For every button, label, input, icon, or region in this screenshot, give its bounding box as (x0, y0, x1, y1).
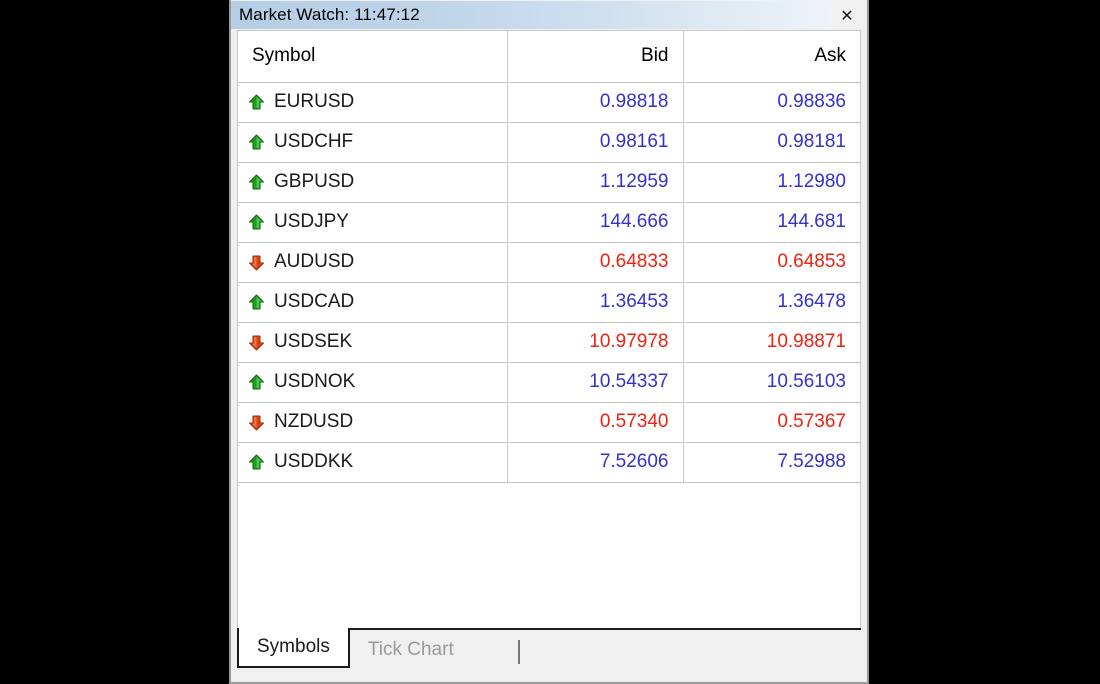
arrow-up-icon (248, 174, 265, 191)
table-row[interactable]: NZDUSD 0.57340 0.57367 (238, 402, 860, 443)
table-row[interactable]: GBPUSD 1.12959 1.12980 (238, 162, 860, 203)
cell-ask[interactable]: 1.36478 (683, 282, 860, 323)
symbol-label: EURUSD (274, 91, 355, 112)
arrow-down-icon (248, 334, 265, 351)
arrow-down-icon (248, 414, 265, 431)
symbol-label: USDJPY (274, 211, 349, 232)
cell-bid[interactable]: 0.98818 (507, 82, 684, 123)
cell-ask[interactable]: 10.56103 (683, 362, 860, 403)
symbol-label: GBPUSD (274, 171, 355, 192)
table-row[interactable]: USDJPY 144.666 144.681 (238, 202, 860, 243)
cell-bid[interactable]: 0.64833 (507, 242, 684, 283)
market-watch-table-area: Symbol Bid Ask EURUSD 0.98818 0.98836 USDCH… (237, 30, 861, 628)
tab-tick-chart[interactable]: Tick Chart (350, 630, 472, 670)
market-watch-table: Symbol Bid Ask EURUSD 0.98818 0.98836 USDCH… (238, 31, 860, 483)
cell-ask[interactable]: 144.681 (683, 202, 860, 243)
cell-ask[interactable]: 0.64853 (683, 242, 860, 283)
table-row[interactable]: USDCHF 0.98161 0.98181 (238, 122, 860, 163)
tab-list: Symbols Tick Chart (237, 628, 472, 682)
column-header-symbol[interactable]: Symbol (238, 31, 508, 83)
arrow-up-icon (248, 374, 265, 391)
window-titlebar[interactable]: Market Watch: 11:47:12 ✕ (231, 0, 867, 30)
cell-bid[interactable]: 0.57340 (507, 402, 684, 443)
table-row[interactable]: USDDKK 7.52606 7.52988 (238, 442, 860, 483)
cell-symbol[interactable]: NZDUSD (238, 402, 508, 443)
cell-symbol[interactable]: USDCAD (238, 282, 508, 323)
cell-symbol[interactable]: GBPUSD (238, 162, 508, 203)
cell-ask[interactable]: 1.12980 (683, 162, 860, 203)
arrow-up-icon (248, 214, 265, 231)
column-header-ask[interactable]: Ask (683, 31, 860, 83)
cell-bid[interactable]: 1.12959 (507, 162, 684, 203)
cell-bid[interactable]: 10.97978 (507, 322, 684, 363)
close-icon[interactable]: ✕ (835, 4, 859, 26)
cell-bid[interactable]: 1.36453 (507, 282, 684, 323)
cell-symbol[interactable]: AUDUSD (238, 242, 508, 283)
cell-bid[interactable]: 7.52606 (507, 442, 684, 483)
cell-symbol[interactable]: USDSEK (238, 322, 508, 363)
column-header-bid[interactable]: Bid (507, 31, 684, 83)
tab-separator (518, 640, 520, 664)
arrow-up-icon (248, 454, 265, 471)
cell-ask[interactable]: 7.52988 (683, 442, 860, 483)
symbol-label: USDSEK (274, 331, 353, 352)
cell-ask[interactable]: 0.98836 (683, 82, 860, 123)
window-title: Market Watch: 11:47:12 (239, 5, 420, 24)
cell-symbol[interactable]: USDCHF (238, 122, 508, 163)
cell-ask[interactable]: 0.98181 (683, 122, 860, 163)
symbol-label: USDCHF (274, 131, 354, 152)
cell-bid[interactable]: 0.98161 (507, 122, 684, 163)
symbol-label: NZDUSD (274, 411, 354, 432)
cell-bid[interactable]: 10.54337 (507, 362, 684, 403)
symbol-label: AUDUSD (274, 251, 355, 272)
symbol-label: USDDKK (274, 451, 354, 472)
cell-symbol[interactable]: EURUSD (238, 82, 508, 123)
table-row[interactable]: AUDUSD 0.64833 0.64853 (238, 242, 860, 283)
cell-bid[interactable]: 144.666 (507, 202, 684, 243)
cell-symbol[interactable]: USDDKK (238, 442, 508, 483)
table-row[interactable]: EURUSD 0.98818 0.98836 (238, 82, 860, 123)
tab-bar: Symbols Tick Chart (237, 628, 861, 682)
market-watch-rows: EURUSD 0.98818 0.98836 USDCHF 0.98161 0.98181… (238, 82, 860, 483)
market-watch-window: Market Watch: 11:47:12 ✕ Symbol Bid Ask (229, 0, 869, 684)
table-row[interactable]: USDSEK 10.97978 10.98871 (238, 322, 860, 363)
table-row[interactable]: USDNOK 10.54337 10.56103 (238, 362, 860, 403)
table-row[interactable]: USDCAD 1.36453 1.36478 (238, 282, 860, 323)
symbol-label: USDNOK (274, 371, 356, 392)
cell-ask[interactable]: 0.57367 (683, 402, 860, 443)
tab-symbols[interactable]: Symbols (237, 628, 350, 668)
arrow-up-icon (248, 134, 265, 151)
cell-ask[interactable]: 10.98871 (683, 322, 860, 363)
arrow-down-icon (248, 254, 265, 271)
symbol-label: USDCAD (274, 291, 355, 312)
table-header-row: Symbol Bid Ask (238, 31, 860, 83)
screen: Market Watch: 11:47:12 ✕ Symbol Bid Ask (0, 0, 1100, 684)
arrow-up-icon (248, 294, 265, 311)
arrow-up-icon (248, 94, 265, 111)
cell-symbol[interactable]: USDNOK (238, 362, 508, 403)
cell-symbol[interactable]: USDJPY (238, 202, 508, 243)
